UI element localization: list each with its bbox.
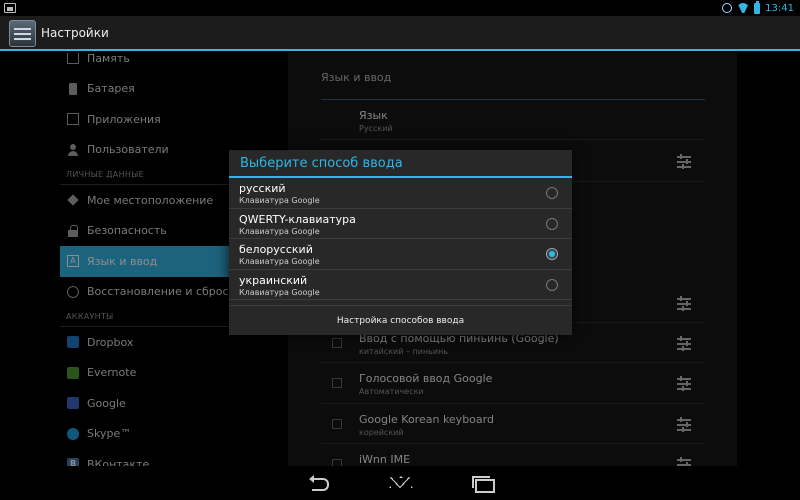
radio-button[interactable] <box>546 187 558 199</box>
wifi-icon <box>737 3 749 13</box>
input-method-option-belarusian[interactable]: белорусский Клавиатура Google <box>229 239 572 270</box>
option-subtitle: Клавиатура Google <box>239 226 320 236</box>
configure-input-methods-button[interactable]: Настройка способов ввода <box>229 305 572 335</box>
sync-icon <box>722 3 733 13</box>
recent-apps-icon[interactable] <box>470 472 495 494</box>
home-icon[interactable] <box>388 472 412 494</box>
option-name: украинский <box>239 273 308 287</box>
navigation-bar <box>0 466 800 500</box>
settings-app-icon[interactable] <box>9 20 36 47</box>
input-method-option-russian[interactable]: русский Клавиатура Google <box>229 178 572 209</box>
gallery-notification-icon <box>4 3 16 13</box>
option-name: QWERTY-клавиатура <box>239 212 356 226</box>
status-bar: 13:41 <box>0 0 800 16</box>
battery-status-icon <box>754 0 761 14</box>
back-icon[interactable] <box>308 472 332 494</box>
status-icons: 13:41 <box>722 0 794 15</box>
option-subtitle: Клавиатура Google <box>239 287 320 297</box>
option-name: русский <box>239 182 286 195</box>
input-method-option-ukrainian[interactable]: украинский Клавиатура Google <box>229 270 572 300</box>
dialog-title: Выберите способ ввода <box>229 150 572 178</box>
input-method-dialog: Выберите способ ввода русский Клавиатура… <box>229 150 572 335</box>
option-subtitle: Клавиатура Google <box>239 196 320 205</box>
option-name: белорусский <box>239 243 313 256</box>
option-subtitle: Клавиатура Google <box>239 257 320 266</box>
radio-button[interactable] <box>546 278 558 291</box>
radio-button-selected[interactable] <box>546 248 558 260</box>
radio-button[interactable] <box>546 217 558 230</box>
clock: 13:41 <box>765 2 794 14</box>
app-title: Настройки <box>41 26 109 40</box>
action-bar: Настройки <box>0 16 800 51</box>
input-method-option-qwerty[interactable]: QWERTY-клавиатура Клавиатура Google <box>229 209 572 239</box>
